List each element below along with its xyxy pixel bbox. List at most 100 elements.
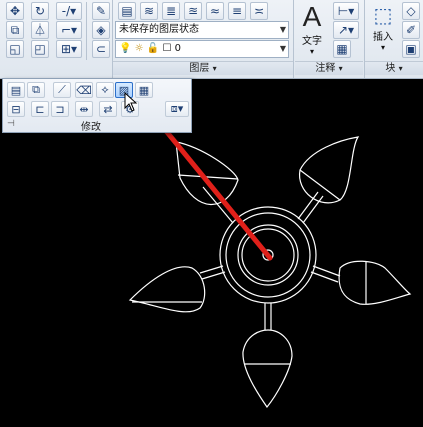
insert-icon: ⬚ <box>373 3 393 27</box>
layer-state-value: 未保存的图层状态 <box>119 24 199 35</box>
chevron-down-icon: ▾ <box>338 64 343 73</box>
table-button[interactable]: ▦ <box>333 40 351 58</box>
chevron-down-icon: ▼ <box>279 25 286 34</box>
copy-button[interactable]: ⧉ <box>6 21 24 39</box>
erase-icon: ⌫ <box>76 83 92 97</box>
sun-icon: ☼ <box>134 43 144 54</box>
rotate-button[interactable]: ↻ <box>31 2 49 20</box>
ribbon: ✥ ↻ -/▾ ✎ ⧉ ⏃ ⌐▾ ◈ ◱ ◰ ⊞▾ ⊂ ▤ ≋ ≣ ≊ ≈ ≡ … <box>0 0 423 79</box>
fillet-icon: ⌐▾ <box>60 23 78 37</box>
modify-button-5[interactable]: ⟡ <box>96 82 114 98</box>
create-block-button[interactable]: ◇ <box>402 2 420 20</box>
layer-freeze-icon: ≊ <box>187 4 199 18</box>
layer-dropdown[interactable]: 💡 ☼ 🔓 ☐ 0 ▼ <box>115 40 289 58</box>
stretch-icon: ⟡ <box>101 83 109 96</box>
explode-button[interactable]: ◈ <box>92 21 110 39</box>
mouse-cursor-icon <box>124 92 138 112</box>
dimension-button[interactable]: ⊢▾ <box>333 2 359 20</box>
edit-block-icon: ✐ <box>405 23 417 37</box>
layer-freeze-button[interactable]: ≊ <box>184 2 202 20</box>
layer-off-button[interactable]: ≡ <box>228 2 246 20</box>
match-properties-icon: ▦ <box>138 83 150 97</box>
array-icon: ⊞▾ <box>60 42 78 56</box>
layer-properties-icon: ▤ <box>121 4 133 18</box>
modify-button-10[interactable]: ⊐ <box>51 101 69 117</box>
petal-upper-right <box>299 136 360 204</box>
text-label: 文字 <box>302 36 322 47</box>
move-icon: ✥ <box>9 4 21 18</box>
layer-lock-button[interactable]: ≈ <box>206 2 224 20</box>
rotate-icon: ↻ <box>34 4 46 18</box>
block-attribute-button[interactable]: ▣ <box>402 40 420 58</box>
modify-button-4[interactable]: ⌫ <box>75 82 93 98</box>
layer-match-button[interactable]: ≍ <box>250 2 268 20</box>
leader-button[interactable]: ↗▾ <box>333 21 359 39</box>
block-panel-tab[interactable]: 块 ▾ <box>365 61 423 75</box>
chevron-down-icon: ▾ <box>309 47 314 56</box>
chevron-down-icon: ▾ <box>380 43 385 52</box>
move-button[interactable]: ✥ <box>6 2 24 20</box>
break-icon: ⊏ <box>35 102 45 116</box>
modify-panel-title: 修改 <box>81 122 101 133</box>
layer-state-dropdown[interactable]: 未保存的图层状态 ▼ <box>115 21 289 39</box>
layer-states-icon: ≋ <box>143 4 155 18</box>
properties-icon: ▤ <box>10 83 22 97</box>
modify-button-3[interactable]: ⟋ <box>53 82 71 98</box>
layer-states-button[interactable]: ≋ <box>140 2 158 20</box>
petal-bottom <box>242 329 293 408</box>
insert-label: 插入 <box>373 32 393 43</box>
layer-properties-button[interactable]: ▤ <box>118 2 136 20</box>
draw-order-button[interactable]: ⧈▾ <box>165 101 189 117</box>
explode-icon: ◈ <box>96 23 106 37</box>
erase-button[interactable]: ✎ <box>92 2 110 20</box>
chevron-down-icon: ▼ <box>279 44 286 53</box>
layer-panel-label: 图层 <box>189 63 210 74</box>
erase-icon: ✎ <box>95 4 107 18</box>
text-icon: A <box>302 1 322 32</box>
separator <box>293 0 294 78</box>
text-button[interactable]: A 文字 ▾ <box>297 1 327 57</box>
chevron-down-icon: ▾ <box>398 64 403 73</box>
spoke-line <box>302 195 324 224</box>
layer-off-icon: ≡ <box>231 4 243 18</box>
line-icon: ⟋ <box>58 83 66 96</box>
layer-lock-icon: ≈ <box>209 4 221 18</box>
modify-button-11[interactable]: ⇹ <box>75 101 93 117</box>
mirror-button[interactable]: ⏃ <box>31 21 49 39</box>
insert-button[interactable]: ⬚ 插入 ▾ <box>367 2 399 52</box>
pin-icon[interactable]: ⊣ <box>7 119 15 129</box>
fillet-button[interactable]: ⌐▾ <box>56 21 82 39</box>
mirror-icon: ⏃ <box>33 23 46 37</box>
scale-icon: ◰ <box>34 42 46 56</box>
copy-icon: ⧉ <box>32 83 40 96</box>
modify-button-8[interactable]: ⊟ <box>7 101 25 117</box>
reverse-icon: ⇄ <box>103 102 113 116</box>
block-attribute-icon: ▣ <box>405 42 417 56</box>
dimension-icon: ⊢▾ <box>337 4 355 18</box>
modify-panel: ▤ ⧉ ⟋ ⌫ ⟡ ▨ ▦ ⊟ ⊏ ⊐ ⇹ ⇄ ⚙ ⧈▾ ⊣ 修改 <box>2 78 192 133</box>
draw-order-icon: ⧈▾ <box>170 102 184 115</box>
lengthen-icon: ⇹ <box>79 102 89 116</box>
trim-button[interactable]: -/▾ <box>56 2 82 20</box>
join-icon: ⊐ <box>55 102 65 116</box>
layer-isolate-button[interactable]: ≣ <box>162 2 180 20</box>
modify-button-1[interactable]: ▤ <box>7 82 25 98</box>
array-button[interactable]: ⊞▾ <box>56 40 82 58</box>
modify-button-2[interactable]: ⧉ <box>27 82 45 98</box>
modify-button-12[interactable]: ⇄ <box>99 101 117 117</box>
block-panel-label: 块 <box>385 63 396 74</box>
layer-name: 0 <box>174 43 181 54</box>
offset-button[interactable]: ⊂ <box>92 40 110 58</box>
modify-button-9[interactable]: ⊏ <box>31 101 49 117</box>
star-drawing <box>128 136 412 408</box>
annotation-panel-tab[interactable]: 注释 ▾ <box>295 61 363 75</box>
scale-button[interactable]: ◰ <box>31 40 49 58</box>
trim-icon: -/▾ <box>61 4 77 18</box>
chevron-down-icon: ▾ <box>212 64 217 73</box>
copy-icon: ⧉ <box>10 23 20 37</box>
layer-panel-tab[interactable]: 图层 ▾ <box>113 61 293 75</box>
stretch-button[interactable]: ◱ <box>6 40 24 58</box>
edit-block-button[interactable]: ✐ <box>402 21 420 39</box>
layer-isolate-icon: ≣ <box>165 4 177 18</box>
align-icon: ⊟ <box>11 102 21 116</box>
